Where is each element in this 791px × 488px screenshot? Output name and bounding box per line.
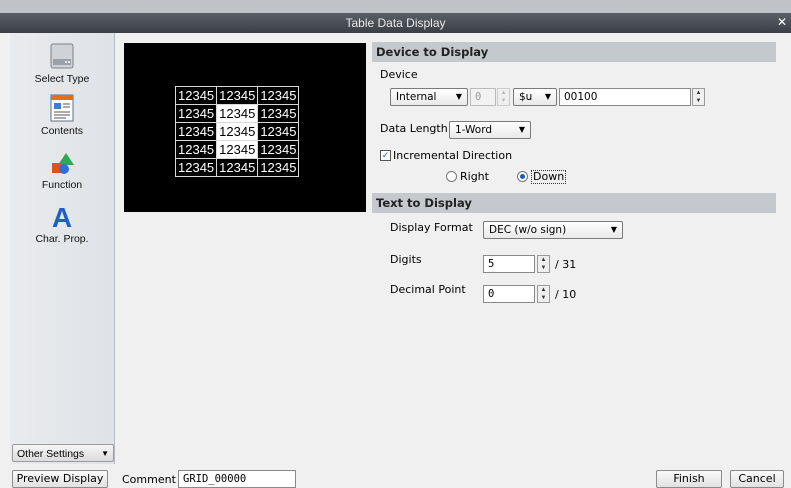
data-length-label: Data Length — [380, 122, 448, 135]
sidebar-item-label: Function — [41, 179, 83, 191]
preview-display-button[interactable]: Preview Display — [12, 470, 108, 488]
sidebar-item-contents[interactable]: Contents — [10, 93, 114, 137]
grid-cell: 12345 — [257, 122, 300, 141]
table-row: 12345 12345 12345 — [174, 86, 300, 105]
comment-field[interactable]: GRID_00000 — [178, 470, 296, 488]
char-prop-icon: A — [52, 202, 72, 231]
chevron-down-icon: ▼ — [610, 225, 617, 234]
direction-down-radio[interactable] — [517, 171, 528, 182]
sidebar-item-select-type[interactable]: Select Type — [10, 41, 114, 85]
decimal-point-max: / 10 — [555, 288, 577, 301]
sidebar-item-label: Contents — [40, 125, 84, 137]
chevron-down-icon: ▼ — [518, 125, 525, 134]
text-section-header: Text to Display — [372, 193, 776, 213]
window-title: Table Data Display — [345, 16, 446, 30]
display-format-value: DEC (w/o sign) — [489, 224, 567, 236]
grid-cell: 12345 — [257, 86, 300, 105]
function-icon — [52, 153, 74, 174]
device-label: Device — [380, 68, 418, 81]
table-row: 12345 12345 12345 — [174, 104, 300, 123]
decimal-point-label: Decimal Point — [390, 283, 466, 296]
grid-cell-highlighted: 12345 — [216, 140, 259, 159]
sidebar-item-function[interactable]: Function — [10, 151, 114, 191]
other-settings-label: Other Settings — [17, 448, 85, 460]
digits-max: / 31 — [555, 258, 577, 271]
direction-down-label: Down — [531, 170, 567, 184]
table-row: 12345 12345 12345 — [174, 140, 300, 159]
device-type-value: Internal — [396, 91, 437, 103]
grid-cell-highlighted: 12345 — [216, 104, 259, 123]
device-number-field[interactable]: 0 — [470, 88, 496, 106]
incremental-direction-checkbox[interactable]: ✓ — [380, 150, 391, 161]
sidebar-item-label: Select Type — [34, 73, 90, 85]
display-format-label: Display Format — [390, 221, 473, 234]
direction-right-label: Right — [460, 170, 489, 183]
device-prefix-value: $u — [519, 91, 533, 103]
device-address-stepper[interactable]: ▲ ▼ — [692, 88, 705, 106]
chevron-down-icon: ▼ — [455, 92, 462, 101]
close-icon[interactable]: ✕ — [777, 15, 787, 29]
svg-text:A: A — [52, 202, 72, 231]
display-format-select[interactable]: DEC (w/o sign) ▼ — [483, 221, 623, 239]
table-row: 12345 12345 12345 — [174, 158, 300, 177]
decimal-point-stepper[interactable]: ▲ ▼ — [537, 285, 550, 303]
chevron-down-icon: ▼ — [544, 92, 551, 101]
table-row: 12345 12345 12345 — [174, 122, 300, 141]
preview-grid: 12345 12345 12345 12345 12345 12345 1234… — [174, 86, 300, 177]
device-number-stepper[interactable]: ▲ ▼ — [497, 88, 510, 106]
select-type-icon — [50, 43, 74, 69]
sidebar: Select Type Contents Function A Char. Pr… — [10, 33, 115, 464]
decimal-point-field[interactable]: 0 — [483, 285, 535, 303]
sidebar-item-char-prop[interactable]: A Char. Prop. — [10, 201, 114, 245]
cancel-button[interactable]: Cancel — [730, 470, 784, 488]
digits-field[interactable]: 5 — [483, 255, 535, 273]
direction-right-radio[interactable] — [446, 171, 457, 182]
grid-cell: 12345 — [174, 86, 218, 105]
grid-cell: 12345 — [257, 158, 300, 177]
device-type-select[interactable]: Internal ▼ — [390, 88, 468, 106]
grid-cell: 12345 — [174, 104, 218, 123]
digits-label: Digits — [390, 253, 422, 266]
device-section-header: Device to Display — [372, 42, 776, 62]
comment-label: Comment — [122, 473, 176, 486]
data-length-value: 1-Word — [455, 124, 493, 136]
grid-cell: 12345 — [174, 158, 218, 177]
sidebar-item-label: Char. Prop. — [35, 233, 89, 245]
incremental-direction-label: Incremental Direction — [393, 149, 513, 162]
chevron-down-icon: ▼ — [101, 449, 109, 458]
finish-button[interactable]: Finish — [656, 470, 722, 488]
device-prefix-select[interactable]: $u ▼ — [513, 88, 557, 106]
grid-cell: 12345 — [174, 122, 218, 141]
other-settings-button[interactable]: Other Settings ▼ — [12, 444, 114, 462]
grid-cell: 12345 — [216, 158, 259, 177]
grid-cell-highlighted: 12345 — [216, 122, 259, 141]
grid-cell: 12345 — [257, 140, 300, 159]
top-strip — [0, 0, 791, 13]
digits-stepper[interactable]: ▲ ▼ — [537, 255, 550, 273]
grid-cell: 12345 — [174, 140, 218, 159]
grid-cell: 12345 — [216, 86, 259, 105]
grid-cell: 12345 — [257, 104, 300, 123]
contents-icon — [50, 94, 74, 122]
device-address-field[interactable]: 00100 — [559, 88, 691, 106]
data-length-select[interactable]: 1-Word ▼ — [449, 121, 531, 139]
